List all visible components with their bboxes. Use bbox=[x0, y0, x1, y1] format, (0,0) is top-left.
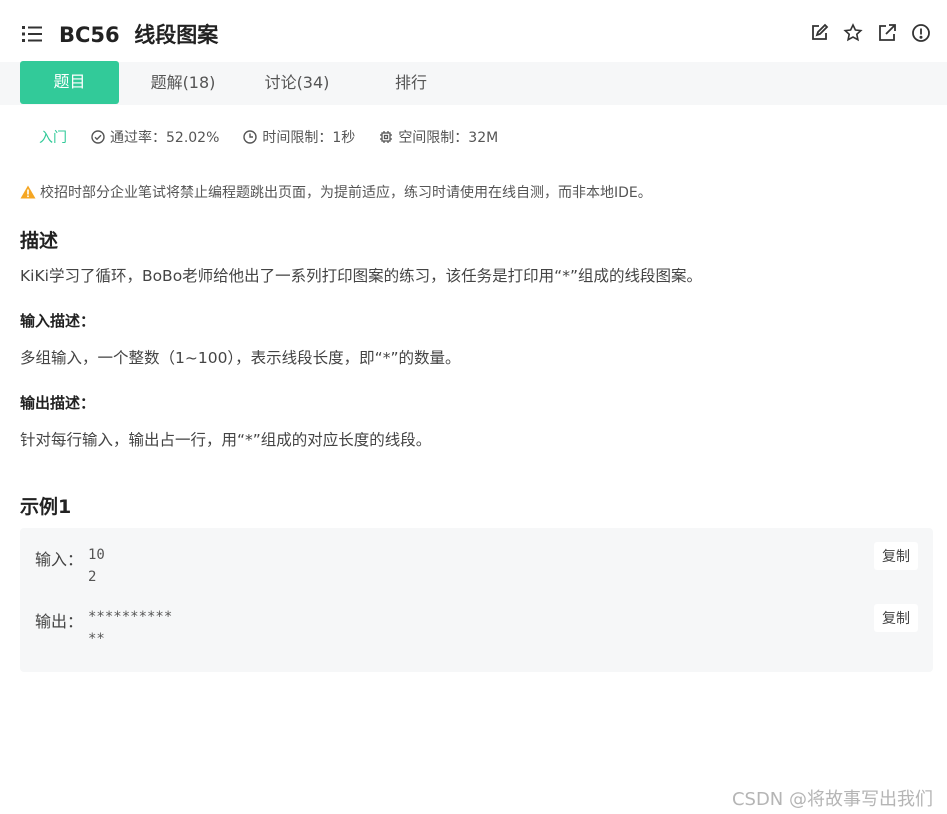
chip-icon bbox=[380, 131, 393, 143]
header-actions bbox=[809, 23, 931, 43]
pass-rate: 通过率：52.02% bbox=[91, 127, 219, 147]
description-text: KiKi学习了循环，BoBo老师给他出了一系列打印图案的练习，该任务是打印用“*… bbox=[20, 267, 702, 285]
example-input-value: 10 2 bbox=[88, 547, 105, 585]
example-output-value: ********** ** bbox=[88, 609, 173, 647]
tab-ranking[interactable]: 排行 bbox=[376, 62, 446, 105]
pass-rate-text: 通过率：52.02% bbox=[110, 130, 220, 146]
difficulty-badge: 入门 bbox=[39, 130, 67, 146]
page-title: BC56 线段图案 bbox=[59, 23, 219, 47]
warning-icon bbox=[20, 185, 36, 199]
alert-icon[interactable] bbox=[911, 23, 931, 43]
tab-discussion[interactable]: 讨论(34) bbox=[252, 62, 342, 105]
menu-list-icon[interactable] bbox=[22, 24, 44, 44]
copy-input-button[interactable]: 复制 bbox=[874, 542, 918, 570]
description-heading: 描述 bbox=[20, 230, 59, 252]
check-circle-icon bbox=[91, 130, 105, 144]
watermark: CSDN @将故事写出我们 bbox=[731, 789, 933, 810]
example-input-label: 输入： bbox=[35, 550, 84, 569]
space-limit-text: 空间限制：32M bbox=[398, 130, 499, 146]
time-limit-text: 时间限制：1秒 bbox=[262, 130, 356, 146]
tab-bar: 题目 题解(18) 讨论(34) 排行 bbox=[0, 61, 947, 105]
input-description-heading: 输入描述： bbox=[20, 312, 96, 330]
output-description-text: 针对每行输入，输出占一行，用“*”组成的对应长度的线段。 bbox=[20, 431, 432, 449]
example-output-label: 输出： bbox=[35, 612, 84, 631]
space-limit: 空间限制：32M bbox=[379, 127, 498, 147]
warning-notice: 校招时部分企业笔试将禁止编程题跳出页面，为提前适应，练习时请使用在线自测，而非本… bbox=[20, 182, 652, 202]
edit-icon[interactable] bbox=[809, 23, 829, 43]
example-heading: 示例1 bbox=[20, 496, 72, 518]
external-link-icon[interactable] bbox=[877, 23, 897, 43]
clock-icon bbox=[243, 130, 258, 144]
example-box: 输入： 10 2 复制 输出： ********** ** 复制 bbox=[20, 528, 933, 672]
problem-meta: 入门 通过率：52.02% 时间限制：1秒 空间限制：32M bbox=[20, 126, 522, 148]
header: BC56 线段图案 bbox=[0, 0, 947, 62]
tab-problem[interactable]: 题目 bbox=[20, 61, 119, 104]
input-description-text: 多组输入，一个整数（1~100），表示线段长度，即“*”的数量。 bbox=[20, 349, 461, 367]
output-description-heading: 输出描述： bbox=[20, 394, 96, 412]
copy-output-button[interactable]: 复制 bbox=[874, 604, 918, 632]
star-icon[interactable] bbox=[843, 23, 863, 43]
tab-solutions[interactable]: 题解(18) bbox=[138, 62, 228, 105]
time-limit: 时间限制：1秒 bbox=[243, 127, 355, 147]
warning-text: 校招时部分企业笔试将禁止编程题跳出页面，为提前适应，练习时请使用在线自测，而非本… bbox=[40, 185, 652, 201]
